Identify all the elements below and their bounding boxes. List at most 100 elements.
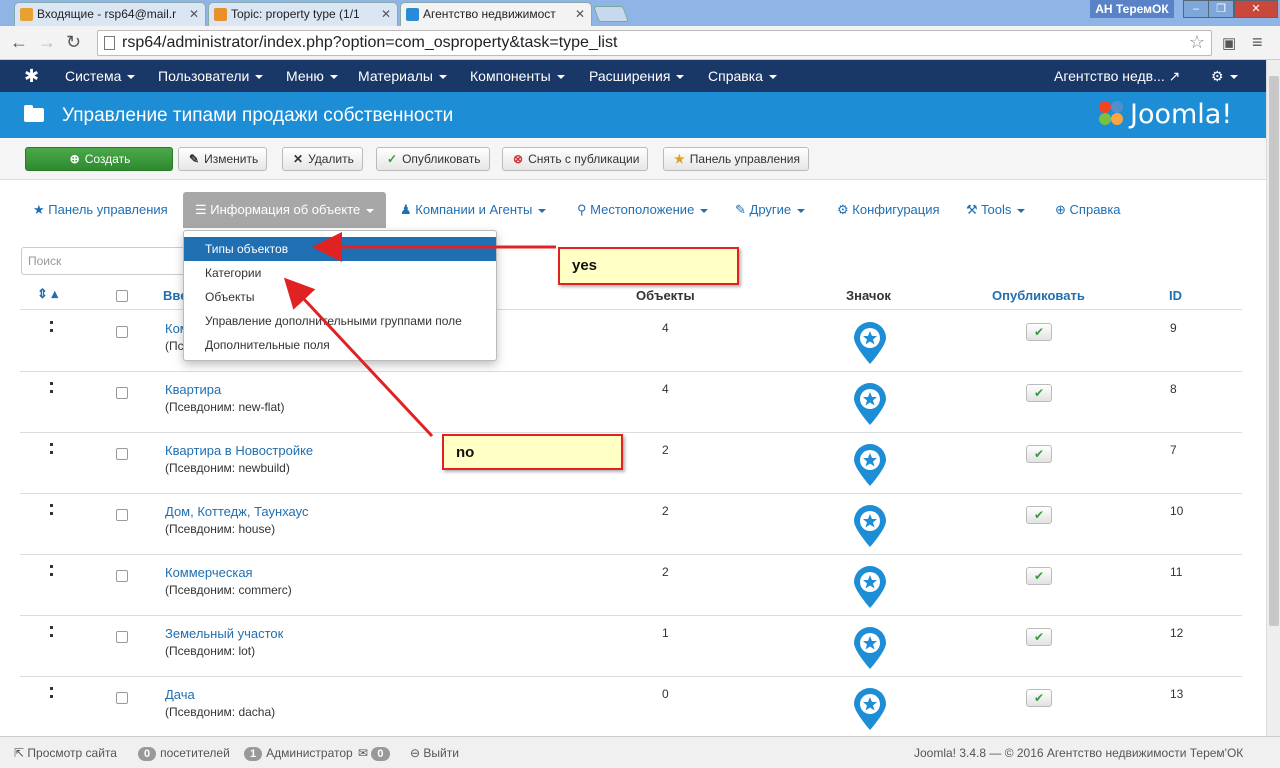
bookmark-star-icon[interactable]: ☆ [1189, 32, 1205, 53]
subnav-other[interactable]: ✎ Другие [735, 192, 806, 228]
subnav-help[interactable]: ⊕ Справка [1055, 192, 1121, 228]
subnav-tools[interactable]: ⚒ Tools [966, 192, 1026, 228]
row-checkbox[interactable] [116, 692, 128, 704]
dropdown-item-properties[interactable]: Объекты [184, 285, 496, 309]
browser-tab-topic[interactable]: Topic: property type (1/1 ✕ [208, 2, 398, 26]
row-id: 11 [1170, 565, 1183, 579]
row-name-link[interactable]: Дом, Коттедж, Таунхаус [165, 504, 308, 519]
published-toggle-button[interactable]: ✔ [1026, 323, 1052, 341]
menu-icon[interactable]: ≡ [1252, 32, 1263, 53]
drag-handle-icon[interactable] [50, 504, 53, 515]
map-pin-star-icon [854, 322, 886, 364]
drag-handle-icon[interactable] [50, 565, 53, 576]
nav-components[interactable]: Компоненты [470, 68, 565, 84]
drag-handle-icon[interactable] [50, 443, 53, 454]
row-checkbox[interactable] [116, 570, 128, 582]
table-row: Дом, Коттедж, Таунхаус (Псевдоним: house)… [20, 494, 1242, 555]
published-toggle-button[interactable]: ✔ [1026, 628, 1052, 646]
unpublish-button[interactable]: ⊗ Снять с публикации [502, 147, 649, 171]
view-site-link[interactable]: ⇱ Просмотр сайта [14, 746, 117, 760]
edit-button[interactable]: ✎ Изменить [178, 147, 268, 171]
row-checkbox[interactable] [116, 631, 128, 643]
browser-tab-agency[interactable]: Агентство недвижимост ✕ [400, 2, 592, 26]
forward-icon[interactable]: → [38, 32, 56, 53]
row-name-link[interactable]: Квартира [165, 382, 221, 397]
visitors-counter: 0 посетителей [138, 746, 230, 761]
search-input[interactable]: Поиск [21, 247, 186, 275]
browser-profile[interactable]: АН ТеремОК [1090, 0, 1174, 18]
close-tab-icon[interactable]: ✕ [189, 7, 199, 21]
maximize-icon[interactable]: ❐ [1208, 0, 1234, 18]
dropdown-item-categories[interactable]: Категории [184, 261, 496, 285]
subnav-companies-agents[interactable]: ♟ Компании и Агенты [400, 192, 547, 228]
page-scrollbar[interactable] [1266, 60, 1280, 736]
published-toggle-button[interactable]: ✔ [1026, 384, 1052, 402]
control-panel-button[interactable]: ★ Панель управления [663, 147, 810, 171]
unpublish-icon: ⊗ [513, 152, 524, 166]
joomla-mark-icon [1099, 101, 1123, 125]
row-object-count: 2 [662, 504, 669, 518]
publish-button[interactable]: ✓ Опубликовать [376, 147, 490, 171]
dropdown-item-field-groups[interactable]: Управление дополнительными группами поле [184, 309, 496, 333]
row-alias: (Пс [165, 339, 184, 353]
minimize-icon[interactable]: – [1183, 0, 1209, 18]
subnav-control-panel[interactable]: ★ Панель управления [33, 192, 168, 228]
reload-icon[interactable]: ↻ [66, 32, 81, 53]
close-tab-icon[interactable]: ✕ [575, 7, 585, 21]
nav-content[interactable]: Материалы [358, 68, 447, 84]
row-object-count: 2 [662, 565, 669, 579]
ordering-sort-icon[interactable]: ⇕ ▴ [37, 286, 58, 302]
nav-menus[interactable]: Меню [286, 68, 338, 84]
address-bar-row: ← → ↻ rsp64/administrator/index.php?opti… [0, 26, 1280, 60]
scrollbar-thumb[interactable] [1269, 76, 1279, 626]
joomla-favicon-icon [406, 8, 419, 21]
drag-handle-icon[interactable] [50, 382, 53, 393]
back-icon[interactable]: ← [10, 32, 28, 53]
row-name-link[interactable]: Земельный участок [165, 626, 283, 641]
drag-handle-icon[interactable] [50, 687, 53, 698]
joomla-logo-icon[interactable]: ✱ [24, 66, 39, 87]
select-all-checkbox[interactable] [116, 290, 128, 302]
row-name-link[interactable]: Квартира в Новостройке [165, 443, 313, 458]
settings-gear-icon[interactable]: ⚙ [1211, 68, 1238, 85]
column-id[interactable]: ID [1169, 288, 1182, 303]
url-input[interactable]: rsp64/administrator/index.php?option=com… [97, 30, 1212, 56]
drag-handle-icon[interactable] [50, 321, 53, 332]
close-window-icon[interactable]: ✕ [1234, 0, 1278, 18]
nav-users[interactable]: Пользователи [158, 68, 264, 84]
nav-system[interactable]: Система [65, 68, 136, 84]
check-icon: ✓ [387, 152, 398, 166]
subnav-property-info[interactable]: ☰ Информация об объекте [183, 192, 387, 228]
drag-handle-icon[interactable] [50, 626, 53, 637]
published-toggle-button[interactable]: ✔ [1026, 506, 1052, 524]
logout-link[interactable]: ⊖ Выйти [410, 746, 459, 760]
row-checkbox[interactable] [116, 448, 128, 460]
create-button[interactable]: ⊕ Создать [25, 147, 173, 171]
published-toggle-button[interactable]: ✔ [1026, 445, 1052, 463]
dropdown-item-property-types[interactable]: Типы объектов [184, 237, 496, 261]
row-name-link[interactable]: Дача [165, 687, 195, 702]
site-name-link[interactable]: Агентство недв... ↗ [1054, 68, 1180, 85]
action-toolbar: ⊕ Создать ✎ Изменить ✕ Удалить ✓ Опубликоват… [0, 138, 1266, 180]
subnav-configuration[interactable]: ⚙ Конфигурация [837, 192, 940, 228]
delete-button[interactable]: ✕ Удалить [282, 147, 363, 171]
row-checkbox[interactable] [116, 387, 128, 399]
edit-icon: ✎ [189, 152, 200, 166]
nav-help[interactable]: Справка [708, 68, 777, 84]
published-toggle-button[interactable]: ✔ [1026, 689, 1052, 707]
row-checkbox[interactable] [116, 326, 128, 338]
browser-tab-mail[interactable]: Входящие - rsp64@mail.r ✕ [14, 2, 206, 26]
new-tab-button[interactable] [593, 6, 629, 22]
map-pin-star-icon [854, 383, 886, 425]
list-icon: ☰ [195, 202, 207, 217]
dropdown-item-extra-fields[interactable]: Дополнительные поля [184, 333, 496, 357]
close-tab-icon[interactable]: ✕ [381, 7, 391, 21]
column-published[interactable]: Опубликовать [992, 288, 1085, 303]
row-name-link[interactable]: Коммерческая [165, 565, 253, 580]
subnav-location[interactable]: ⚲ Местоположение [577, 192, 709, 228]
admins-counter: 1 Администратор [244, 746, 353, 761]
extension-icon[interactable]: ▣ [1222, 34, 1236, 52]
published-toggle-button[interactable]: ✔ [1026, 567, 1052, 585]
nav-extensions[interactable]: Расширения [589, 68, 685, 84]
row-checkbox[interactable] [116, 509, 128, 521]
